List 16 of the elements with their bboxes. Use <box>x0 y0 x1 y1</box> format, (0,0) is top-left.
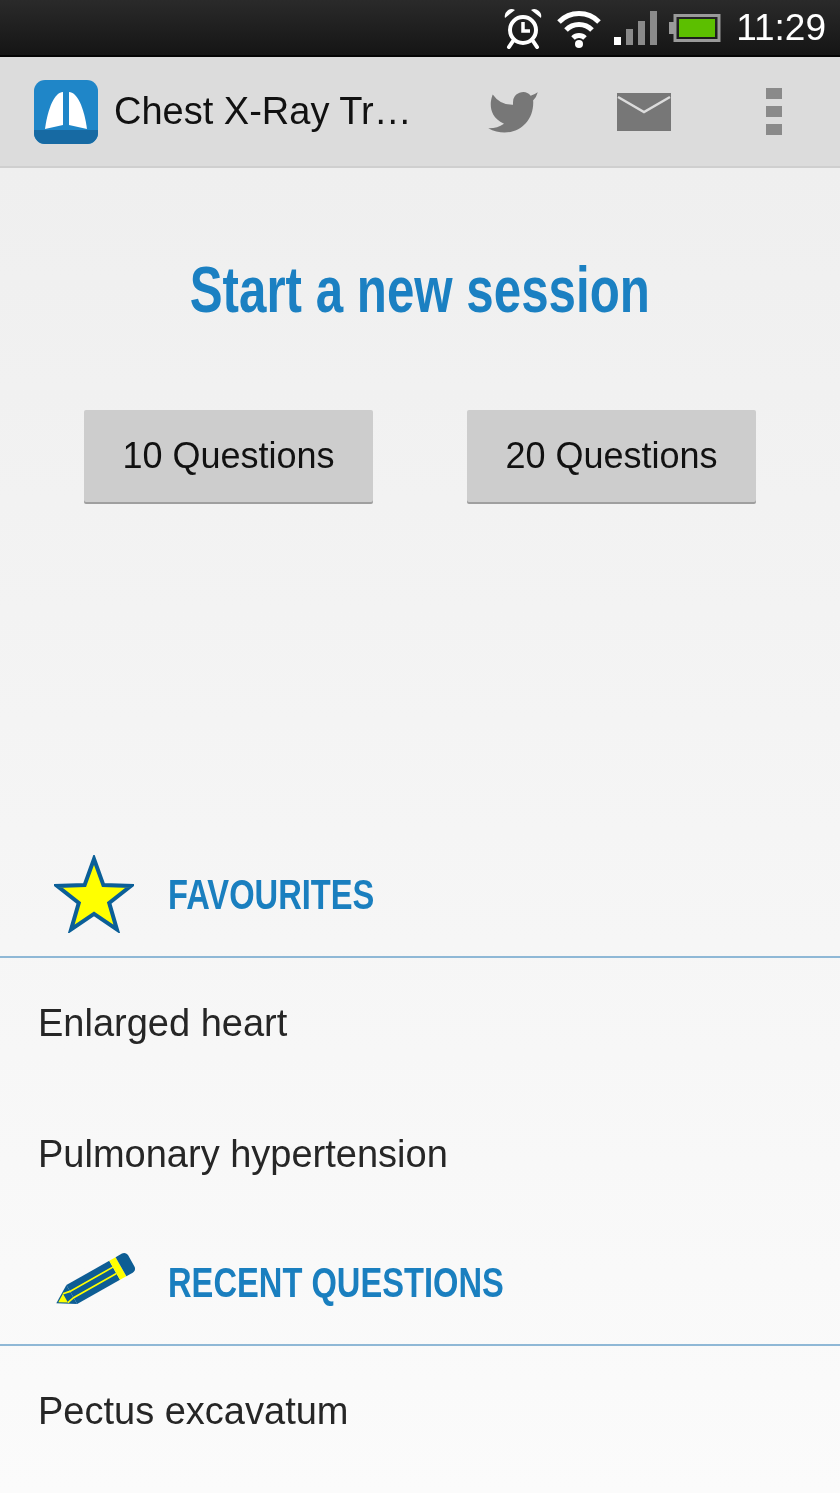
lungs-icon <box>34 79 98 144</box>
status-time: 11:29 <box>736 5 826 50</box>
star-icon <box>54 855 134 933</box>
signal-icon <box>614 10 658 45</box>
section-title: FAVOURITES <box>168 869 375 919</box>
app-title: Chest X-Ray Tr… <box>114 90 413 133</box>
question-count-button[interactable]: 10 Questions <box>84 410 373 502</box>
list-item[interactable]: Pulmonary hypertension <box>38 1133 448 1176</box>
session-heading: Start a new session <box>189 254 651 326</box>
question-count-button[interactable]: 20 Questions <box>467 410 756 502</box>
section-title: RECENT QUESTIONS <box>168 1257 504 1307</box>
overflow-menu-icon[interactable] <box>766 88 782 135</box>
list-item[interactable]: Enlarged heart <box>38 1002 288 1045</box>
battery-icon <box>669 13 722 42</box>
list-item[interactable]: Pectus excavatum <box>38 1390 349 1433</box>
envelope-icon[interactable] <box>617 92 671 131</box>
